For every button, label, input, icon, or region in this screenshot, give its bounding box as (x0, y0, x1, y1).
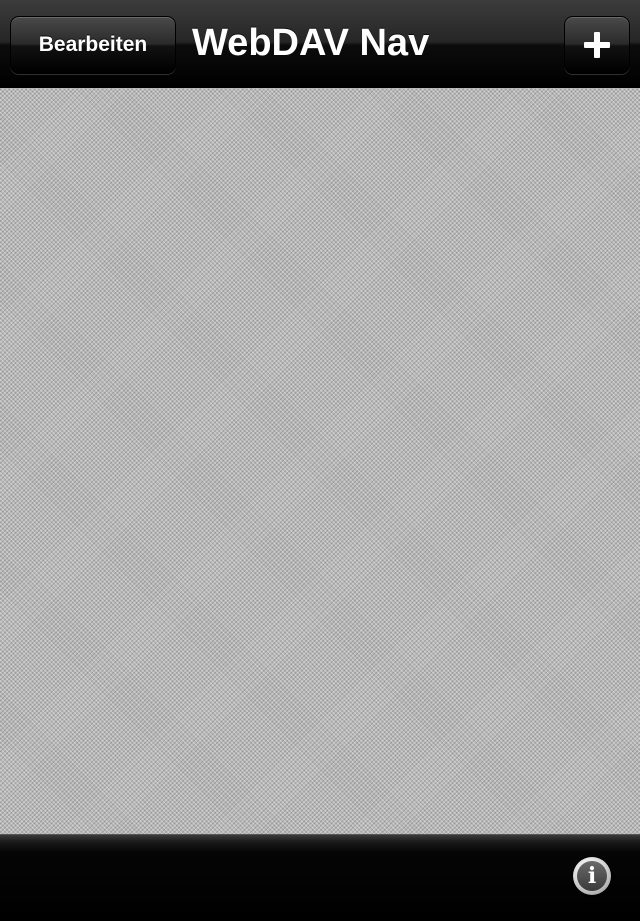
app-screen: Bearbeiten WebDAV Nav i (0, 0, 640, 921)
add-button[interactable] (564, 16, 630, 74)
edit-button[interactable]: Bearbeiten (10, 16, 176, 74)
info-button[interactable]: i (573, 857, 611, 895)
plus-icon (584, 32, 610, 58)
content-area[interactable] (0, 88, 640, 834)
navigation-bar: Bearbeiten WebDAV Nav (0, 0, 640, 88)
page-title: WebDAV Nav (192, 22, 430, 64)
info-icon: i (577, 861, 607, 891)
bottom-toolbar: i (0, 834, 640, 921)
